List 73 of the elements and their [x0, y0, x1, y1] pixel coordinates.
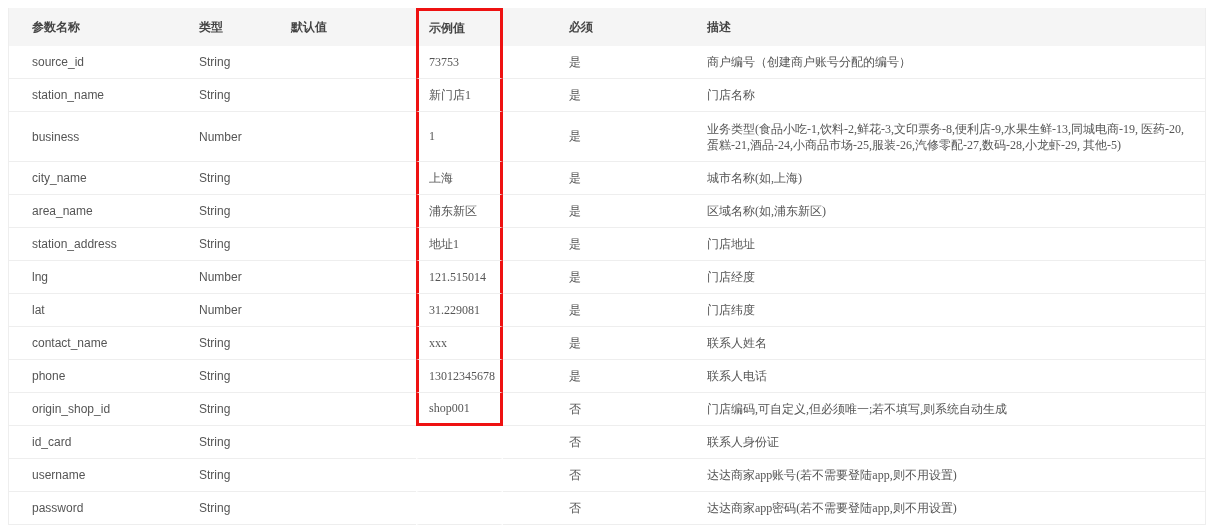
column-header: 类型: [189, 8, 281, 46]
example-value: 新门店1: [429, 87, 471, 102]
description-text: 商户编号（创建商户账号分配的编号）: [707, 55, 911, 69]
param-type: String: [199, 402, 231, 416]
param-name: station_name: [32, 88, 105, 102]
required-text: 是: [569, 129, 581, 143]
param-type: String: [199, 55, 231, 69]
required-text: 是: [569, 269, 581, 284]
param-name: contact_name: [32, 336, 108, 350]
param-type: String: [199, 435, 231, 449]
required-text: 否: [569, 401, 581, 416]
description-text: 门店纬度: [707, 303, 755, 317]
example-value: 31.229081: [429, 302, 480, 317]
param-name: source_id: [32, 55, 85, 69]
param-type: String: [199, 204, 231, 218]
param-type: String: [199, 171, 231, 185]
description-text: 门店编码,可自定义,但必须唯一;若不填写,则系统自动生成: [707, 402, 1008, 416]
description-text: 联系人姓名: [707, 336, 767, 350]
description-text: 区域名称(如,浦东新区): [707, 204, 826, 218]
example-value: 73753: [429, 54, 459, 69]
param-name: city_name: [32, 171, 87, 185]
description-text: 门店地址: [707, 237, 755, 251]
column-header: 默认值: [281, 8, 416, 46]
description-text: 联系人身份证: [707, 435, 779, 449]
required-text: 是: [569, 368, 581, 383]
column-header: 参数名称: [9, 8, 189, 46]
param-name: id_card: [32, 435, 72, 449]
param-name: phone: [32, 369, 66, 383]
param-type: String: [199, 237, 231, 251]
required-text: 是: [569, 87, 581, 102]
param-name: password: [32, 501, 84, 515]
description-text: 门店名称: [707, 88, 755, 102]
example-value: 上海: [429, 170, 453, 185]
required-text: 是: [569, 54, 581, 69]
example-value: 13012345678: [429, 368, 495, 383]
required-text: 否: [569, 467, 581, 482]
required-text: 是: [569, 335, 581, 350]
param-type: String: [199, 336, 231, 350]
example-value: 浦东新区: [429, 203, 477, 218]
description-text: 门店经度: [707, 270, 755, 284]
param-type: String: [199, 369, 231, 383]
column-header: 示例值: [416, 8, 503, 46]
param-name: lng: [32, 270, 48, 284]
param-type: String: [199, 501, 231, 515]
description-text: 达达商家app密码(若不需要登陆app,则不用设置): [707, 501, 957, 515]
param-name: business: [32, 129, 80, 144]
param-type: Number: [199, 303, 242, 317]
column-header: 描述: [697, 8, 1205, 46]
param-type: String: [199, 88, 231, 102]
param-name: area_name: [32, 204, 93, 218]
required-text: 否: [569, 434, 581, 449]
example-value: shop001: [429, 400, 470, 415]
example-value: xxx: [429, 335, 447, 350]
example-value: 1: [429, 129, 435, 143]
param-name: origin_shop_id: [32, 402, 111, 416]
example-value: 121.515014: [429, 269, 486, 284]
required-text: 是: [569, 203, 581, 218]
description-text: 业务类型(食品小吃-1,饮料-2,鲜花-3,文印票务-8,便利店-9,水果生鲜-13,同城电商-19, 医药-20,蛋糕-21,酒品-24,小商品市场-25,服装-26,汽修零配-27,数码-28,小龙虾-29, 其他-5): [707, 121, 1184, 152]
example-value: 地址1: [429, 236, 459, 251]
param-type: Number: [199, 270, 242, 284]
required-text: 是: [569, 236, 581, 251]
description-text: 城市名称(如,上海): [707, 171, 802, 185]
param-name: station_address: [32, 237, 117, 251]
required-text: 是: [569, 302, 581, 317]
param-name: username: [32, 468, 86, 482]
description-text: 联系人电话: [707, 369, 767, 383]
required-text: 是: [569, 170, 581, 185]
column-header: 必须: [503, 8, 697, 46]
description-text: 达达商家app账号(若不需要登陆app,则不用设置): [707, 468, 957, 482]
required-text: 否: [569, 500, 581, 515]
param-type: Number: [199, 129, 242, 144]
param-type: String: [199, 468, 231, 482]
param-name: lat: [32, 303, 45, 317]
